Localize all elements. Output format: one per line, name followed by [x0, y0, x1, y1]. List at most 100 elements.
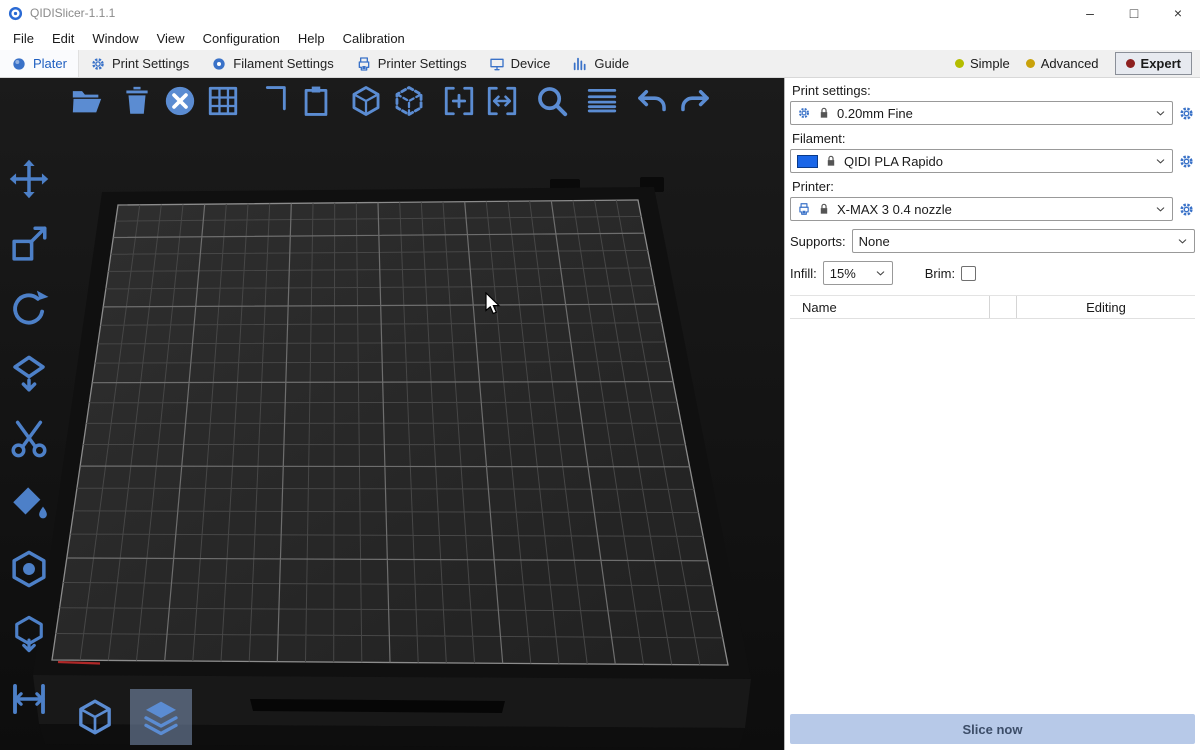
cube-dashed-icon[interactable]	[392, 84, 426, 118]
mode-expert[interactable]: Expert	[1115, 52, 1192, 75]
mode-simple[interactable]: Simple	[955, 56, 1010, 71]
settings-sidebar: Print settings: 0.20mm Fine Filament: QI…	[784, 78, 1200, 750]
preview-icon	[141, 697, 181, 737]
column-header-name[interactable]: Name	[790, 296, 990, 318]
chevron-down-icon	[1155, 108, 1166, 119]
infill-combo[interactable]: 15%	[823, 261, 893, 285]
filament-value: QIDI PLA Rapido	[844, 154, 943, 169]
plater-toolbar	[70, 84, 712, 118]
guide-icon	[572, 56, 588, 72]
tab-label: Print Settings	[112, 56, 189, 71]
undo-icon[interactable]	[635, 84, 669, 118]
gizmo-toolbar	[8, 158, 50, 720]
filament-color-swatch	[797, 155, 818, 168]
layers-lines-icon[interactable]	[585, 84, 619, 118]
delete-all-icon[interactable]	[163, 84, 197, 118]
minimize-button[interactable]: –	[1068, 0, 1112, 26]
menu-window[interactable]: Window	[83, 28, 147, 49]
print-settings-gear-button[interactable]	[1178, 105, 1195, 122]
filament-icon	[211, 56, 227, 72]
paint-icon[interactable]	[8, 483, 50, 525]
view-toggle	[64, 689, 192, 745]
cube-icon[interactable]	[349, 84, 383, 118]
supports-combo[interactable]: None	[852, 229, 1195, 253]
seam-icon[interactable]	[8, 548, 50, 590]
folder-open-icon[interactable]	[70, 84, 104, 118]
menu-configuration[interactable]: Configuration	[194, 28, 289, 49]
paste-icon[interactable]	[299, 84, 333, 118]
menu-edit[interactable]: Edit	[43, 28, 83, 49]
mode-dot-icon	[955, 59, 964, 68]
measure-icon[interactable]	[8, 678, 50, 720]
window-controls: – □ ×	[1068, 0, 1200, 26]
titlebar: QIDISlicer-1.1.1 – □ ×	[0, 0, 1200, 26]
menu-file[interactable]: File	[4, 28, 43, 49]
search-icon[interactable]	[535, 84, 569, 118]
tab-label: Filament Settings	[233, 56, 333, 71]
menu-help[interactable]: Help	[289, 28, 334, 49]
maximize-button[interactable]: □	[1112, 0, 1156, 26]
plater-icon	[11, 56, 27, 72]
filament-combo[interactable]: QIDI PLA Rapido	[790, 149, 1173, 173]
mode-switcher: Simple Advanced Expert	[955, 50, 1200, 77]
tab-printer-settings[interactable]: Printer Settings	[345, 50, 478, 77]
printer-icon	[797, 202, 811, 216]
chevron-down-icon	[1177, 236, 1188, 247]
tab-label: Guide	[594, 56, 629, 71]
chevron-down-icon	[875, 268, 886, 279]
close-button[interactable]: ×	[1156, 0, 1200, 26]
split-objects-icon[interactable]	[442, 84, 476, 118]
scale-icon[interactable]	[8, 223, 50, 265]
app-window: QIDISlicer-1.1.1 – □ × FileEditWindowVie…	[0, 0, 1200, 750]
editor-view-button[interactable]	[64, 689, 126, 745]
flatten-icon[interactable]	[8, 353, 50, 395]
supports-value: None	[859, 234, 890, 249]
print-profile-icon	[797, 106, 811, 120]
rotate-icon[interactable]	[8, 288, 50, 330]
menu-view[interactable]: View	[148, 28, 194, 49]
infill-label: Infill:	[790, 266, 817, 281]
redo-icon[interactable]	[678, 84, 712, 118]
tabbar: Plater Print Settings Filament Settings Pri…	[0, 50, 1200, 78]
sink-icon[interactable]	[8, 613, 50, 655]
move-icon[interactable]	[8, 158, 50, 200]
lock-icon	[824, 154, 838, 168]
printer-combo[interactable]: X-MAX 3 0.4 nozzle	[790, 197, 1173, 221]
object-list[interactable]	[790, 319, 1195, 706]
tab-print-settings[interactable]: Print Settings	[79, 50, 200, 77]
build-plate-3d-view[interactable]	[0, 78, 784, 750]
column-header-editing[interactable]: Editing	[1017, 300, 1195, 315]
tab-strip: Plater Print Settings Filament Settings Pri…	[0, 50, 640, 77]
lock-icon	[817, 106, 831, 120]
view3d-icon	[75, 697, 115, 737]
preview-view-button[interactable]	[130, 689, 192, 745]
arrange-icon[interactable]	[206, 84, 240, 118]
printer-gear-button[interactable]	[1178, 201, 1195, 218]
tab-label: Device	[511, 56, 551, 71]
column-header-extruder[interactable]	[990, 296, 1017, 318]
mode-dot-icon	[1126, 59, 1135, 68]
filament-gear-button[interactable]	[1178, 153, 1195, 170]
tab-guide[interactable]: Guide	[561, 50, 640, 77]
brim-checkbox[interactable]	[961, 266, 976, 281]
print-settings-combo[interactable]: 0.20mm Fine	[790, 101, 1173, 125]
3d-viewport[interactable]	[0, 78, 784, 750]
copy-icon[interactable]	[256, 84, 290, 118]
slice-now-button[interactable]: Slice now	[790, 714, 1195, 744]
trash-icon[interactable]	[120, 84, 154, 118]
split-parts-icon[interactable]	[485, 84, 519, 118]
main-area: Print settings: 0.20mm Fine Filament: QI…	[0, 78, 1200, 750]
tab-label: Printer Settings	[378, 56, 467, 71]
cut-icon[interactable]	[8, 418, 50, 460]
window-title: QIDISlicer-1.1.1	[30, 6, 115, 20]
menu-calibration[interactable]: Calibration	[334, 28, 414, 49]
tab-device[interactable]: Device	[478, 50, 562, 77]
object-table: Name Editing	[790, 295, 1195, 706]
print-settings-value: 0.20mm Fine	[837, 106, 913, 121]
gear-icon	[90, 56, 106, 72]
brim-label: Brim:	[925, 266, 955, 281]
mode-advanced[interactable]: Advanced	[1026, 56, 1099, 71]
tab-plater[interactable]: Plater	[0, 50, 79, 77]
supports-label: Supports:	[790, 234, 846, 249]
tab-filament-settings[interactable]: Filament Settings	[200, 50, 344, 77]
